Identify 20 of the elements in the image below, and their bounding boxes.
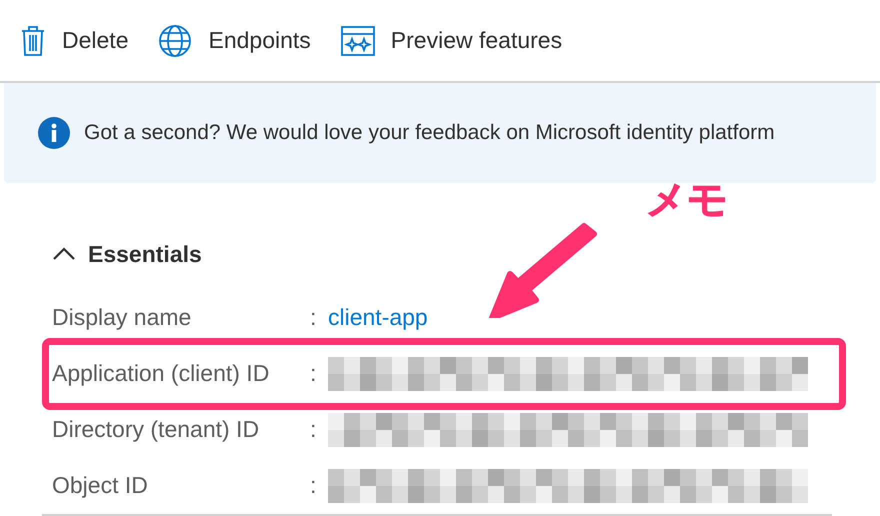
colon: : bbox=[310, 359, 318, 388]
field-label: Directory (tenant) ID bbox=[52, 415, 260, 444]
trash-icon bbox=[20, 24, 46, 56]
field-label: Display name bbox=[52, 303, 192, 332]
colon: : bbox=[310, 471, 318, 500]
display-name-link[interactable]: client-app bbox=[328, 300, 428, 335]
field-label: Application (client) ID bbox=[52, 359, 270, 388]
annotation-text: メモ bbox=[646, 177, 728, 224]
toolbar-button[interactable]: Endpoints bbox=[158, 23, 311, 58]
essentials-toggle[interactable]: Essentials bbox=[52, 237, 202, 272]
toolbar-button[interactable]: Preview features bbox=[340, 23, 562, 58]
globe-icon bbox=[158, 24, 192, 58]
banner-text: Got a second? We would love your feedback on Microsoft identity platform bbox=[84, 120, 775, 146]
sparkle-window-icon bbox=[340, 26, 375, 56]
chevron-up-icon bbox=[52, 247, 76, 262]
colon: : bbox=[310, 303, 318, 332]
field-label: Object ID bbox=[52, 471, 149, 500]
colon: : bbox=[310, 415, 318, 444]
toolbar-button[interactable]: Delete bbox=[20, 23, 128, 58]
info-icon bbox=[38, 117, 70, 149]
